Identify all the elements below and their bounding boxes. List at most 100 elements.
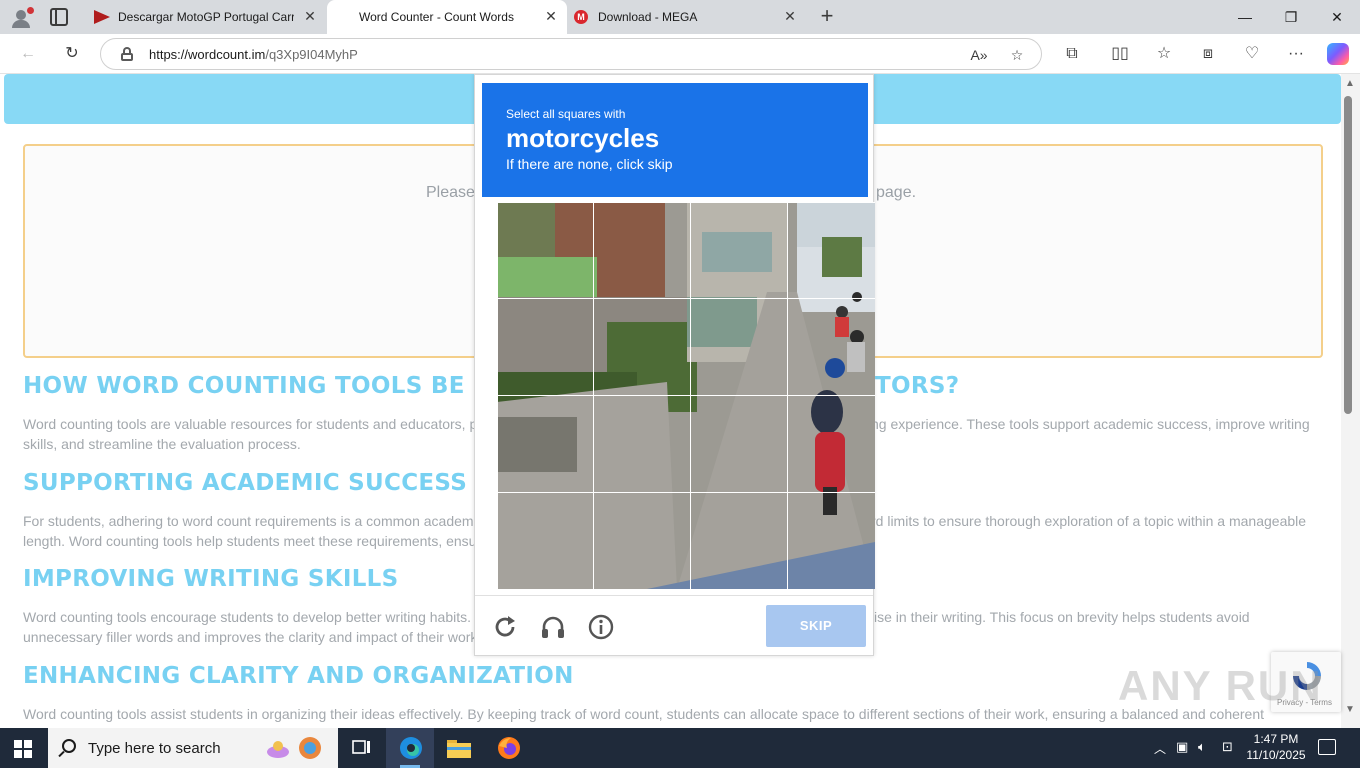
refresh-icon[interactable]: ↻ [60, 42, 84, 66]
reload-icon[interactable] [491, 613, 519, 641]
clock-date: 11/10/2025 [1246, 748, 1306, 762]
profile-avatar-icon[interactable] [8, 4, 36, 30]
clock-time: 1:47 PM [1253, 732, 1299, 746]
display-icon[interactable]: ⊡ [1222, 739, 1233, 755]
favorite-star-icon[interactable]: ☆ [1007, 45, 1027, 65]
captcha-tile[interactable] [593, 202, 691, 299]
taskbar-clock[interactable]: 1:47 PM 11/10/2025 [1246, 731, 1306, 763]
close-tab-icon[interactable]: ✕ [543, 8, 559, 24]
search-icon [62, 739, 76, 753]
browser-toolbar: ← ↻ https://wordcount.im/q3Xp9I04MyhP A»… [0, 34, 1360, 74]
tab-title: Word Counter - Count Words [359, 10, 514, 24]
paragraph-line: Word counting tools are valuable resourc… [23, 416, 478, 432]
anyrun-watermark: ANY RUN [1118, 662, 1323, 709]
taskbar-search[interactable]: Type here to search [48, 728, 338, 768]
close-tab-icon[interactable]: ✕ [302, 8, 318, 24]
read-aloud-icon[interactable]: A» [969, 45, 989, 65]
page-viewport: Please page. HOW WORD COUNTING TOOLS BE … [0, 74, 1360, 728]
close-window-button[interactable]: ✕ [1314, 0, 1360, 34]
collections-icon[interactable]: ⧈ [1196, 42, 1220, 66]
audio-challenge-icon[interactable] [539, 613, 567, 641]
scroll-up-icon[interactable]: ▲ [1345, 78, 1355, 89]
edge-taskbar-icon[interactable] [386, 728, 434, 768]
minimize-button[interactable]: — [1222, 0, 1268, 34]
paragraph-line: For students, adhering to word count req… [23, 513, 474, 529]
tab-actions-icon[interactable] [50, 8, 68, 26]
skip-button[interactable]: SKIP [766, 605, 866, 647]
file-explorer-icon[interactable] [434, 728, 482, 768]
captcha-tile[interactable] [787, 202, 875, 299]
favorites-icon[interactable]: ☆ [1152, 42, 1176, 66]
paragraph-line: skills, and streamline the evaluation pr… [23, 436, 301, 452]
task-view-icon[interactable] [338, 728, 386, 768]
system-tray: ︿ ▣ 🔈︎ ⊡ [1150, 728, 1246, 768]
captcha-tile[interactable] [690, 492, 788, 589]
restore-button[interactable]: ❐ [1268, 0, 1314, 34]
captcha-tile[interactable] [593, 395, 691, 493]
captcha-tile[interactable] [593, 492, 691, 589]
search-highlight-icon [267, 737, 321, 759]
mega-favicon-icon: M [574, 10, 588, 24]
back-arrow-icon[interactable]: ← [16, 42, 40, 66]
windows-taskbar: Type here to search ︿ ▣ 🔈︎ ⊡ 1:47 PM 11/… [0, 728, 1360, 768]
tab-title: Download - MEGA [598, 10, 698, 24]
info-icon[interactable] [587, 613, 615, 641]
ad-text-left: Please [426, 184, 475, 201]
windows-start-icon[interactable] [14, 740, 32, 758]
lock-icon[interactable] [121, 47, 133, 61]
browser-essentials-icon[interactable]: ♡ [1240, 42, 1264, 66]
captcha-image-grid [497, 202, 875, 589]
paragraph-line: rd limits to ensure thorough exploration… [871, 513, 1307, 529]
paragraph-line: Word counting tools encourage students t… [23, 609, 472, 625]
motogp-favicon-icon [94, 10, 110, 24]
tab-motogp[interactable]: Descargar MotoGP Portugal Carre ✕ [86, 0, 326, 34]
page-scrollbar[interactable]: ▲ ▼ [1341, 74, 1360, 728]
notifications-icon[interactable] [1318, 739, 1336, 755]
search-placeholder: Type here to search [88, 740, 221, 757]
tray-overflow-chevron-icon[interactable]: ︿ [1154, 740, 1166, 757]
paragraph-line: ng experience. These tools support acade… [871, 416, 1310, 432]
paragraph-line: Word counting tools assist students in o… [23, 706, 1265, 722]
extensions-icon[interactable]: ⧉ [1060, 42, 1084, 66]
url-text[interactable]: https://wordcount.im/q3Xp9I04MyhP [149, 47, 358, 62]
section-heading: IMPROVING WRITING SKILLS [23, 566, 399, 592]
captcha-instruction-small: Select all squares with [506, 107, 626, 121]
captcha-tile[interactable] [497, 395, 594, 493]
scroll-down-icon[interactable]: ▼ [1345, 704, 1355, 715]
volume-icon[interactable]: 🔈︎ [1198, 739, 1206, 755]
captcha-tile[interactable] [497, 202, 594, 299]
new-tab-button[interactable]: + [816, 5, 838, 27]
captcha-tile[interactable] [787, 395, 875, 493]
section-heading: HOW WORD COUNTING TOOLS BE [23, 373, 465, 399]
captcha-tile[interactable] [690, 298, 788, 396]
paragraph-line: length. Word counting tools help student… [23, 533, 477, 549]
captcha-tile[interactable] [497, 492, 594, 589]
copilot-icon[interactable] [1327, 43, 1349, 65]
section-heading: ENHANCING CLARITY AND ORGANIZATION [23, 663, 574, 689]
captcha-tile[interactable] [690, 202, 788, 299]
captcha-target-word: motorcycles [506, 123, 660, 153]
address-bar[interactable]: https://wordcount.im/q3Xp9I04MyhP A» ☆ [100, 38, 1042, 70]
scrollbar-thumb[interactable] [1344, 96, 1352, 414]
ad-text-right: page. [876, 184, 917, 201]
settings-more-icon[interactable]: ··· [1284, 42, 1308, 66]
paragraph-line: ise in their writing. This focus on brev… [874, 609, 1250, 625]
tab-mega[interactable]: M Download - MEGA ✕ [566, 0, 806, 34]
captcha-hint: If there are none, click skip [506, 156, 673, 172]
split-screen-icon[interactable]: ▯▯ [1108, 42, 1132, 66]
captcha-instructions: Select all squares with motorcycles If t… [482, 83, 868, 197]
section-heading: SUPPORTING ACADEMIC SUCCESS [23, 470, 468, 496]
captcha-tile[interactable] [787, 492, 875, 589]
captcha-tile[interactable] [690, 395, 788, 493]
recaptcha-challenge: Select all squares with motorcycles If t… [474, 74, 875, 656]
tab-word-counter[interactable]: Word Counter - Count Words ✕ [327, 0, 567, 34]
captcha-tile[interactable] [497, 298, 594, 396]
tab-title: Descargar MotoGP Portugal Carre [118, 10, 294, 24]
network-icon[interactable]: ▣ [1176, 739, 1188, 755]
firefox-taskbar-icon[interactable] [484, 728, 532, 768]
captcha-divider [475, 595, 873, 596]
captcha-tile[interactable] [593, 298, 691, 396]
captcha-tile[interactable] [787, 298, 875, 396]
close-tab-icon[interactable]: ✕ [782, 8, 798, 24]
browser-tabstrip: Descargar MotoGP Portugal Carre ✕ Word C… [0, 0, 1360, 34]
